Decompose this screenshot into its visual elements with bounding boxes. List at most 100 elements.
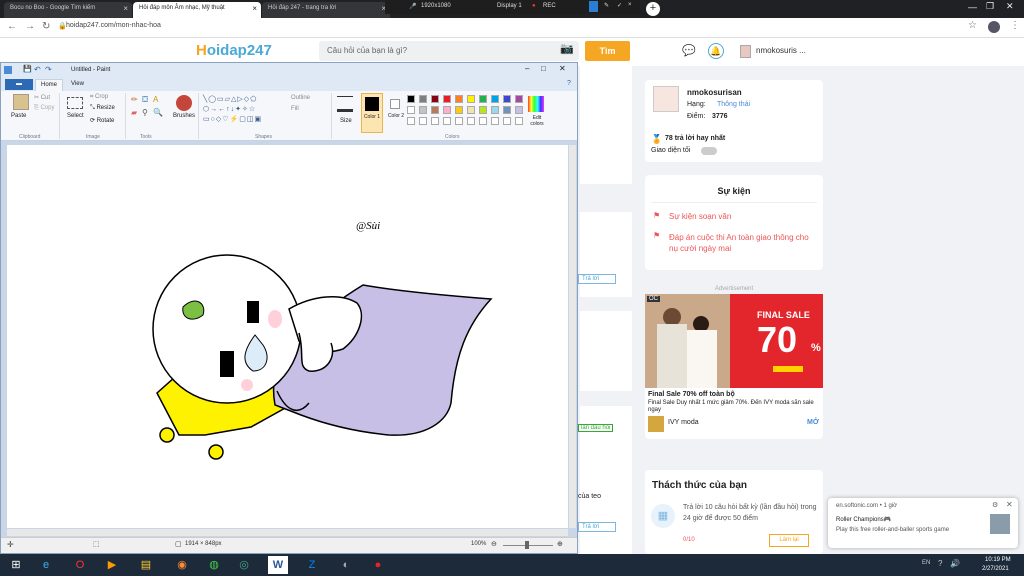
back-icon[interactable]: ← [7,21,17,32]
profile-name[interactable]: nmokosurisan [687,88,742,97]
maximize-icon[interactable]: □ [541,64,546,73]
reload-icon[interactable]: ↻ [42,21,50,32]
rotate-button[interactable]: ⟳ Rotate [90,117,114,124]
size-icon[interactable] [337,96,353,112]
palette-swatch[interactable] [407,117,415,125]
minimize-icon[interactable]: – [525,64,529,73]
bell-icon[interactable]: 🔔 [708,43,724,59]
ie-icon[interactable]: e [36,556,56,574]
palette-swatch[interactable] [515,117,523,125]
palette-swatch[interactable] [515,95,523,103]
palette-swatch[interactable] [443,95,451,103]
redo-icon[interactable]: ↷ [45,65,52,74]
undo-icon[interactable]: ↶ [34,65,41,74]
restore-icon[interactable]: ❐ [986,1,994,12]
shapes-gallery[interactable]: ╲◯▭▱△▷◇⬠ ⬡→←↑↓✦✧☆ ▭○◇♡⚡▢◫▣ [203,95,283,127]
new-tab-button[interactable]: + [646,2,660,16]
browser-notification[interactable]: en.softonic.com • 1 giờ ⚙ ✕ Roller Champ… [828,498,1018,548]
chrome-alt-icon[interactable]: ◍ [204,556,224,574]
resize-button[interactable]: ⤡ Resize [90,105,115,112]
palette-swatch[interactable] [467,117,475,125]
opera-icon[interactable]: O [70,556,90,574]
brush-icon[interactable] [176,95,192,111]
save-icon[interactable]: 💾 [23,65,32,73]
file-menu-button[interactable]: ▬ [5,79,33,90]
event-link[interactable]: Sự kiện soạn văn [669,212,731,221]
palette-swatch[interactable] [419,106,427,114]
clock-date[interactable]: 2/27/2021 [982,566,1009,572]
palette-swatch[interactable] [467,95,475,103]
word-icon[interactable]: W [268,556,288,574]
pen-icon[interactable]: ✎ [604,2,609,9]
color1-button[interactable]: Color 1 [361,93,383,133]
select-button[interactable]: Select [67,113,84,119]
ad-brand-name[interactable]: IVY moda [668,419,699,426]
palette-swatch[interactable] [455,95,463,103]
palette-swatch[interactable] [443,106,451,114]
tab-hoidap-active[interactable]: Hỏi đáp môn Âm nhạc, Mỹ thuật × [133,2,261,18]
app-icon[interactable]: ◐ [336,556,356,574]
outline-dropdown[interactable]: Outline [291,95,310,101]
chat-icon[interactable]: 💬 [682,44,696,57]
recorder-square-icon[interactable] [589,1,598,12]
help-icon[interactable]: ? [567,80,571,87]
dark-mode-toggle[interactable] [701,147,717,155]
bookmark-star-icon[interactable]: ☆ [968,20,977,31]
rec-icon[interactable]: ● [368,556,388,574]
palette-swatch[interactable] [419,95,427,103]
horizontal-scrollbar[interactable] [7,529,568,536]
fill-dropdown[interactable]: Fill [291,106,299,112]
eraser-icon[interactable]: ▰ [131,108,137,117]
avatar[interactable] [740,45,751,58]
header-username[interactable]: nmokosuris ... [756,46,806,55]
fill-icon[interactable]: ⛋ [142,95,148,105]
color-picker-icon[interactable]: ⚲ [142,108,148,117]
palette-swatch[interactable] [455,117,463,125]
profile-avatar[interactable] [653,86,679,112]
close-icon[interactable]: × [252,4,257,13]
palette-swatch[interactable] [407,106,415,114]
answer-button[interactable]: Trả lời [578,274,616,284]
edit-colors-icon[interactable] [528,96,544,112]
camera-icon[interactable]: 📷 [560,42,574,55]
vertical-scrollbar[interactable] [569,145,576,528]
firefox-icon[interactable]: ◉ [172,556,192,574]
palette-swatch[interactable] [431,95,439,103]
explorer-icon[interactable]: ▤ [136,556,156,574]
palette-swatch[interactable] [467,106,475,114]
zoom-in-icon[interactable]: ⊕ [557,540,563,548]
clipboard-icon[interactable] [13,94,29,110]
ad-open-button[interactable]: MỞ [807,419,819,426]
magnifier-icon[interactable]: 🔍 [153,108,163,117]
zalo-icon[interactable]: Z [302,556,322,574]
media-icon[interactable]: ▶ [102,556,122,574]
palette-swatch[interactable] [419,117,427,125]
language-indicator[interactable]: EN [922,560,930,566]
tab-view[interactable]: View [71,81,84,87]
close-icon[interactable]: × [123,4,128,13]
palette-swatch[interactable] [503,106,511,114]
palette-swatch[interactable] [431,117,439,125]
help-tray-icon[interactable]: ? [938,559,942,568]
paste-button[interactable]: Paste [11,113,26,119]
ad-card[interactable]: OC FINAL SALE 70 % Final Sale 70% off to… [645,294,823,439]
gear-icon[interactable]: ⚙ [992,501,998,509]
palette-swatch[interactable] [479,106,487,114]
rec-label[interactable]: REC [543,3,556,9]
redo-button[interactable]: Làm lại [769,534,809,547]
close-icon[interactable]: × [628,2,632,8]
palette-swatch[interactable] [407,95,415,103]
ad-banner[interactable]: OC FINAL SALE 70 % [645,294,823,388]
event-link[interactable]: Đáp án cuộc thi An toàn giao thông cho n… [669,232,819,254]
minimize-icon[interactable]: — [968,2,977,12]
palette-swatch[interactable] [515,106,523,114]
tab-hoidap-answer[interactable]: Hỏi đáp 247 - trang tra lời × [262,2,390,18]
palette-swatch[interactable] [491,95,499,103]
answer-button[interactable]: Trả lời [578,522,616,532]
url-field[interactable]: hoidap247.com/mon-nhac-hoa [66,22,161,29]
zoom-slider-thumb[interactable] [525,541,529,549]
drawing-canvas[interactable]: @Sùi [7,145,568,528]
edit-colors-button[interactable]: Edit colors [527,115,547,127]
ad-title[interactable]: Final Sale 70% off toàn bộ [648,391,735,398]
palette-swatch[interactable] [443,117,451,125]
